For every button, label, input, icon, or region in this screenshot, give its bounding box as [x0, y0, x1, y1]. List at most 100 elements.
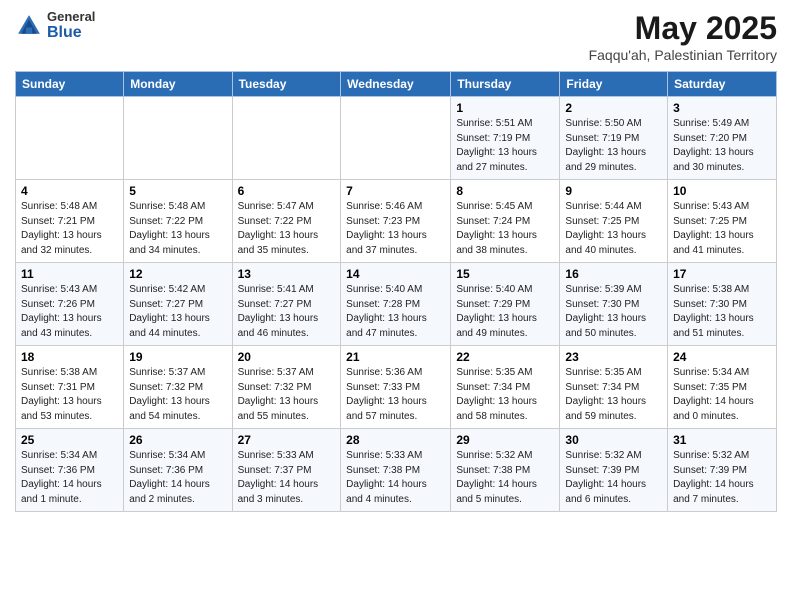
calendar-cell: 7 Sunrise: 5:46 AM Sunset: 7:23 PM Daylig…	[341, 180, 451, 263]
day-number: 14	[346, 267, 445, 281]
day-number: 5	[129, 184, 226, 198]
day-info: Sunrise: 5:32 AM Sunset: 7:39 PM Dayligh…	[565, 449, 662, 507]
calendar-cell: 8Sunrise: 5:45 AM Sunset: 7:24 PM Daylig…	[451, 180, 560, 263]
day-number: 25	[21, 433, 118, 447]
calendar-cell: 30 Sunrise: 5:32 AM Sunset: 7:39 PM Dayli…	[560, 429, 668, 512]
calendar-cell: 4 Sunrise: 5:48 AM Sunset: 7:21 PM Daylig…	[16, 180, 124, 263]
day-number: 24	[673, 350, 771, 364]
day-info: Sunrise: 5:47 AM Sunset: 7:22 PM Dayligh…	[238, 200, 336, 258]
day-info: Sunrise: 5:34 AM Sunset: 7:36 PM Dayligh…	[129, 449, 226, 507]
day-number: 23	[565, 350, 662, 364]
header-day-saturday: Saturday	[668, 72, 777, 97]
day-number: 18	[21, 350, 118, 364]
day-number: 2	[565, 101, 662, 115]
calendar-cell: 6 Sunrise: 5:47 AM Sunset: 7:22 PM Daylig…	[232, 180, 341, 263]
header-day-thursday: Thursday	[451, 72, 560, 97]
day-number: 21	[346, 350, 445, 364]
week-row-2: 4 Sunrise: 5:48 AM Sunset: 7:21 PM Daylig…	[16, 180, 777, 263]
calendar-cell	[16, 97, 124, 180]
day-info: Sunrise: 5:37 AM Sunset: 7:32 PM Dayligh…	[129, 366, 226, 424]
calendar-cell: 5 Sunrise: 5:48 AM Sunset: 7:22 PM Daylig…	[124, 180, 232, 263]
week-row-1: 1Sunrise: 5:51 AM Sunset: 7:19 PM Daylig…	[16, 97, 777, 180]
header-row: SundayMondayTuesdayWednesdayThursdayFrid…	[16, 72, 777, 97]
calendar-cell: 13 Sunrise: 5:41 AM Sunset: 7:27 PM Dayli…	[232, 263, 341, 346]
day-info: Sunrise: 5:48 AM Sunset: 7:21 PM Dayligh…	[21, 200, 118, 258]
day-info: Sunrise: 5:34 AM Sunset: 7:35 PM Dayligh…	[673, 366, 771, 424]
day-number: 29	[456, 433, 554, 447]
day-info: Sunrise: 5:48 AM Sunset: 7:22 PM Dayligh…	[129, 200, 226, 258]
day-info: Sunrise: 5:37 AM Sunset: 7:32 PM Dayligh…	[238, 366, 336, 424]
calendar-cell: 10Sunrise: 5:43 AM Sunset: 7:25 PM Dayli…	[668, 180, 777, 263]
calendar-cell: 24 Sunrise: 5:34 AM Sunset: 7:35 PM Dayli…	[668, 346, 777, 429]
day-number: 17	[673, 267, 771, 281]
day-number: 30	[565, 433, 662, 447]
day-info: Sunrise: 5:32 AM Sunset: 7:38 PM Dayligh…	[456, 449, 554, 507]
day-number: 20	[238, 350, 336, 364]
calendar-cell: 22 Sunrise: 5:35 AM Sunset: 7:34 PM Dayli…	[451, 346, 560, 429]
header-day-wednesday: Wednesday	[341, 72, 451, 97]
day-info: Sunrise: 5:40 AM Sunset: 7:28 PM Dayligh…	[346, 283, 445, 341]
day-number: 31	[673, 433, 771, 447]
calendar-cell	[341, 97, 451, 180]
calendar-cell: 12 Sunrise: 5:42 AM Sunset: 7:27 PM Dayli…	[124, 263, 232, 346]
day-info: Sunrise: 5:45 AM Sunset: 7:24 PM Dayligh…	[456, 200, 554, 258]
day-info: Sunrise: 5:46 AM Sunset: 7:23 PM Dayligh…	[346, 200, 445, 258]
header-day-monday: Monday	[124, 72, 232, 97]
header-day-sunday: Sunday	[16, 72, 124, 97]
logo: General Blue	[15, 10, 95, 42]
header-day-friday: Friday	[560, 72, 668, 97]
calendar-cell	[124, 97, 232, 180]
calendar-cell: 18 Sunrise: 5:38 AM Sunset: 7:31 PM Dayli…	[16, 346, 124, 429]
day-number: 10	[673, 184, 771, 198]
calendar-cell: 25 Sunrise: 5:34 AM Sunset: 7:36 PM Dayli…	[16, 429, 124, 512]
week-row-4: 18 Sunrise: 5:38 AM Sunset: 7:31 PM Dayli…	[16, 346, 777, 429]
calendar-cell: 19 Sunrise: 5:37 AM Sunset: 7:32 PM Dayli…	[124, 346, 232, 429]
day-number: 3	[673, 101, 771, 115]
calendar-cell: 16 Sunrise: 5:39 AM Sunset: 7:30 PM Dayli…	[560, 263, 668, 346]
day-number: 27	[238, 433, 336, 447]
day-number: 4	[21, 184, 118, 198]
calendar-cell: 3 Sunrise: 5:49 AM Sunset: 7:20 PM Daylig…	[668, 97, 777, 180]
calendar-subtitle: Faqqu'ah, Palestinian Territory	[589, 47, 777, 63]
day-number: 6	[238, 184, 336, 198]
day-number: 19	[129, 350, 226, 364]
calendar-cell: 23 Sunrise: 5:35 AM Sunset: 7:34 PM Dayli…	[560, 346, 668, 429]
day-info: Sunrise: 5:42 AM Sunset: 7:27 PM Dayligh…	[129, 283, 226, 341]
logo-general-label: General	[47, 10, 95, 24]
page-header: General Blue May 2025 Faqqu'ah, Palestin…	[15, 10, 777, 63]
calendar-cell: 31Sunrise: 5:32 AM Sunset: 7:39 PM Dayli…	[668, 429, 777, 512]
day-info: Sunrise: 5:35 AM Sunset: 7:34 PM Dayligh…	[456, 366, 554, 424]
day-number: 11	[21, 267, 118, 281]
calendar-cell	[232, 97, 341, 180]
day-number: 28	[346, 433, 445, 447]
day-info: Sunrise: 5:39 AM Sunset: 7:30 PM Dayligh…	[565, 283, 662, 341]
day-number: 22	[456, 350, 554, 364]
calendar-header: SundayMondayTuesdayWednesdayThursdayFrid…	[16, 72, 777, 97]
calendar-cell: 14 Sunrise: 5:40 AM Sunset: 7:28 PM Dayli…	[341, 263, 451, 346]
day-number: 12	[129, 267, 226, 281]
day-number: 26	[129, 433, 226, 447]
day-info: Sunrise: 5:41 AM Sunset: 7:27 PM Dayligh…	[238, 283, 336, 341]
week-row-5: 25 Sunrise: 5:34 AM Sunset: 7:36 PM Dayli…	[16, 429, 777, 512]
calendar-cell: 1Sunrise: 5:51 AM Sunset: 7:19 PM Daylig…	[451, 97, 560, 180]
calendar-body: 1Sunrise: 5:51 AM Sunset: 7:19 PM Daylig…	[16, 97, 777, 512]
day-info: Sunrise: 5:34 AM Sunset: 7:36 PM Dayligh…	[21, 449, 118, 507]
day-info: Sunrise: 5:33 AM Sunset: 7:37 PM Dayligh…	[238, 449, 336, 507]
day-info: Sunrise: 5:49 AM Sunset: 7:20 PM Dayligh…	[673, 117, 771, 175]
day-number: 7	[346, 184, 445, 198]
calendar-cell: 17Sunrise: 5:38 AM Sunset: 7:30 PM Dayli…	[668, 263, 777, 346]
calendar-cell: 27 Sunrise: 5:33 AM Sunset: 7:37 PM Dayli…	[232, 429, 341, 512]
calendar-cell: 9Sunrise: 5:44 AM Sunset: 7:25 PM Daylig…	[560, 180, 668, 263]
calendar-cell: 11Sunrise: 5:43 AM Sunset: 7:26 PM Dayli…	[16, 263, 124, 346]
day-info: Sunrise: 5:38 AM Sunset: 7:31 PM Dayligh…	[21, 366, 118, 424]
day-number: 13	[238, 267, 336, 281]
logo-icon	[15, 12, 43, 40]
calendar-cell: 28 Sunrise: 5:33 AM Sunset: 7:38 PM Dayli…	[341, 429, 451, 512]
day-info: Sunrise: 5:40 AM Sunset: 7:29 PM Dayligh…	[456, 283, 554, 341]
calendar-cell: 20 Sunrise: 5:37 AM Sunset: 7:32 PM Dayli…	[232, 346, 341, 429]
day-info: Sunrise: 5:33 AM Sunset: 7:38 PM Dayligh…	[346, 449, 445, 507]
logo-text: General Blue	[47, 10, 95, 42]
day-info: Sunrise: 5:35 AM Sunset: 7:34 PM Dayligh…	[565, 366, 662, 424]
calendar-cell: 15Sunrise: 5:40 AM Sunset: 7:29 PM Dayli…	[451, 263, 560, 346]
day-number: 16	[565, 267, 662, 281]
